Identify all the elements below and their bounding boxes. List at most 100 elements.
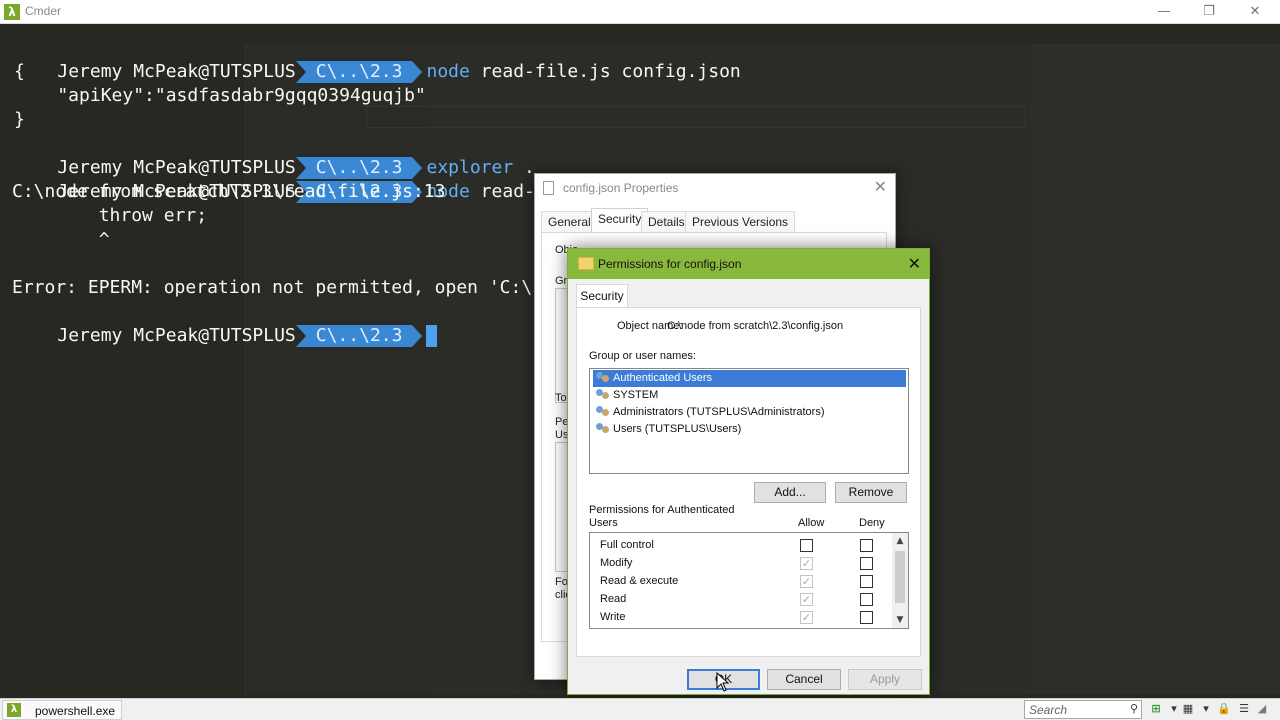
window-title: Cmder: [25, 4, 62, 18]
user-name: Authenticated Users: [613, 372, 713, 384]
prompt-path: C\..\2.3: [295, 325, 423, 347]
mouse-pointer-icon: [716, 672, 730, 692]
terminal-output-line: C:\node from scratch\2.3\read-file.js:13: [12, 181, 446, 202]
tab-previous-versions[interactable]: Previous Versions: [685, 211, 796, 233]
deny-column-header: Deny: [859, 517, 885, 529]
permissions-list[interactable]: Full control Modify ✓ Read & execute ✓ R…: [589, 532, 909, 629]
table-row: Write ✓: [590, 608, 894, 626]
table-row: Read & execute ✓: [590, 572, 894, 590]
user-group-icon: [596, 406, 610, 419]
search-icon[interactable]: ⚲: [1130, 702, 1138, 715]
deny-checkbox[interactable]: [860, 593, 873, 606]
restore-icon[interactable]: ❐: [1186, 0, 1232, 24]
terminal-output-line: {: [14, 61, 25, 82]
user-name: Administrators (TUTSPLUS\Administrators): [613, 406, 825, 418]
dropdown-icon[interactable]: ▾: [1198, 701, 1214, 717]
command-args: read-file.js config.json: [469, 61, 741, 82]
user-group-icon: [596, 423, 610, 436]
user-name: SYSTEM: [613, 389, 659, 401]
permissions-for-label: Permissions for Authenticated: [589, 504, 735, 516]
terminal-output-line: "apiKey":"asdfasdabr9gqq0394guqjb": [14, 85, 426, 106]
terminal-output-line: }: [14, 109, 25, 130]
permission-name: Write: [600, 611, 626, 623]
remove-button[interactable]: Remove: [835, 482, 907, 503]
allow-checkbox-inherited[interactable]: ✓: [800, 575, 813, 588]
close-icon[interactable]: ✕: [908, 254, 921, 273]
resize-grip-icon[interactable]: ◢: [1254, 701, 1270, 717]
tab-security[interactable]: Security: [591, 208, 649, 233]
command: node: [426, 61, 470, 82]
tab-general[interactable]: General: [541, 211, 598, 233]
permission-name: Full control: [600, 539, 654, 551]
user-group-icon: [596, 389, 610, 402]
list-item[interactable]: Users (TUTSPLUS\Users): [593, 421, 906, 438]
user-group-icon: [596, 372, 610, 385]
prompt-user: Jeremy McPeak@TUTSPLUS: [57, 61, 296, 82]
terminal-output-line: throw err;: [12, 205, 208, 226]
for-special-fragment: Fo: [555, 576, 568, 588]
table-row: Modify ✓: [590, 554, 894, 572]
table-row: Read ✓: [590, 590, 894, 608]
to-change-fragment: To: [555, 392, 567, 404]
scroll-down-icon[interactable]: ▼: [892, 613, 908, 627]
allow-checkbox-inherited[interactable]: ✓: [800, 593, 813, 606]
minimize-icon[interactable]: —: [1141, 0, 1187, 24]
allow-checkbox[interactable]: [800, 539, 813, 552]
prompt-user: Jeremy McPeak@TUTSPLUS: [57, 325, 296, 346]
apply-button[interactable]: Apply: [848, 669, 922, 690]
permissions-dialog[interactable]: Permissions for config.json ✕ Security O…: [567, 248, 930, 695]
tab-security[interactable]: Security: [576, 284, 628, 308]
user-name: Users (TUTSPLUS\Users): [613, 423, 742, 435]
prompt-path: C\..\2.3: [295, 61, 423, 83]
search-placeholder: Search: [1029, 703, 1068, 717]
close-icon[interactable]: ✕: [874, 177, 887, 196]
lock-icon[interactable]: 🔒: [1216, 701, 1232, 717]
deny-checkbox[interactable]: [860, 575, 873, 588]
close-icon[interactable]: ✕: [1232, 0, 1278, 24]
group-or-user-names-label: Group or user names:: [589, 350, 696, 362]
list-item[interactable]: SYSTEM: [593, 387, 906, 404]
permissions-dialog-titlebar: Permissions for config.json ✕: [568, 249, 929, 279]
terminal-prompt-line: Jeremy McPeak@TUTSPLUSC\..\2.3node read-…: [14, 36, 741, 83]
file-icon: [543, 181, 554, 195]
menu-icon[interactable]: ☰: [1236, 701, 1252, 717]
console-tab-label: powershell.exe: [35, 704, 116, 718]
properties-dialog-title: config.json Properties: [563, 181, 679, 195]
cmder-lambda-icon: λ: [4, 4, 20, 20]
user-list[interactable]: Authenticated Users SYSTEM Administrator…: [589, 368, 909, 474]
folder-icon: [578, 257, 594, 270]
scroll-thumb[interactable]: [895, 551, 905, 603]
allow-column-header: Allow: [798, 517, 825, 529]
new-console-icon[interactable]: ⊞: [1148, 701, 1164, 717]
permission-name: Read & execute: [600, 575, 679, 587]
deny-checkbox[interactable]: [860, 539, 873, 552]
permission-name: Read: [600, 593, 627, 605]
list-item[interactable]: Administrators (TUTSPLUS\Administrators): [593, 404, 906, 421]
window-titlebar: λ Cmder — ❐ ✕: [0, 0, 1280, 24]
list-item[interactable]: Authenticated Users: [593, 370, 906, 387]
permission-name: Modify: [600, 557, 633, 569]
table-row: Full control: [590, 536, 894, 554]
scroll-up-icon[interactable]: ▲: [892, 534, 908, 548]
terminal-cursor: [426, 325, 438, 347]
deny-checkbox[interactable]: [860, 557, 873, 570]
permissions-dialog-title: Permissions for config.json: [598, 257, 742, 271]
deny-checkbox[interactable]: [860, 611, 873, 624]
add-button[interactable]: Add...: [754, 482, 826, 503]
permissions-for-label-user: Users: [589, 517, 618, 529]
terminal-prompt-line: Jeremy McPeak@TUTSPLUS C\..\2.3 explorer .: [14, 132, 535, 179]
terminal-output-line: ^: [12, 229, 110, 250]
object-name-value: C:\node from scratch\2.3\config.json: [667, 320, 844, 332]
search-input[interactable]: Search ⚲: [1024, 700, 1142, 719]
terminal-error-line: Error: EPERM: operation not permitted, o…: [12, 277, 533, 298]
console-tab[interactable]: λ powershell.exe: [2, 700, 122, 720]
cancel-button[interactable]: Cancel: [767, 669, 841, 690]
cmder-status-bar: λ powershell.exe Search ⚲ ⊞ ▾ ▦ ▾ 🔒 ☰ ◢: [0, 698, 1280, 720]
permissions-scrollbar[interactable]: ▲ ▼: [892, 533, 908, 628]
switch-console-icon[interactable]: ▦: [1180, 701, 1196, 717]
allow-checkbox-inherited[interactable]: ✓: [800, 557, 813, 570]
terminal-prompt-line: Jeremy McPeak@TUTSPLUS C\..\2.3: [14, 300, 438, 347]
security-tab-panel: Object name: C:\node from scratch\2.3\co…: [576, 307, 921, 657]
cmder-lambda-icon: λ: [7, 703, 21, 717]
allow-checkbox-inherited[interactable]: ✓: [800, 611, 813, 624]
